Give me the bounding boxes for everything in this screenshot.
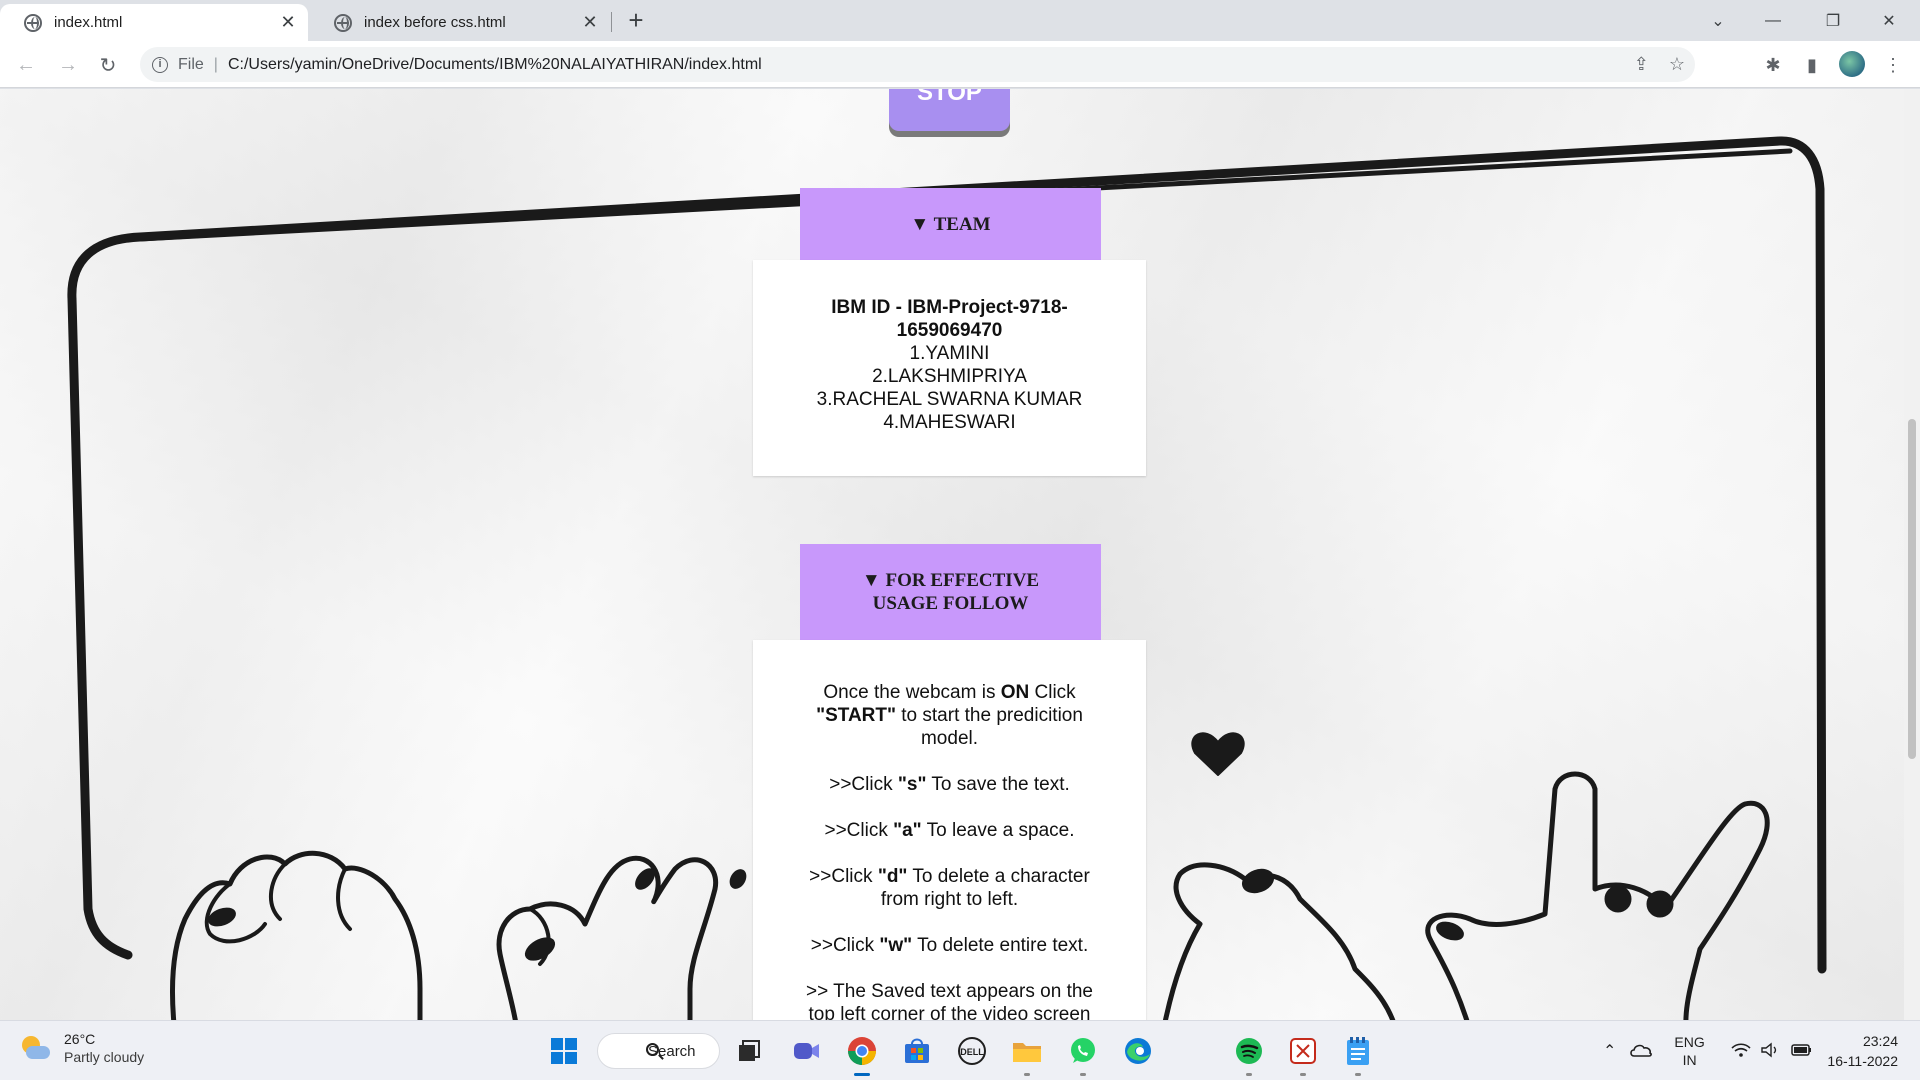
store-icon[interactable]: [900, 1034, 934, 1068]
volume-icon[interactable]: [1761, 1042, 1779, 1061]
team-member: 1.YAMINI: [909, 343, 990, 364]
usage-panel: Once the webcam is ON Click "START" to s…: [753, 640, 1146, 1020]
whatsapp-icon[interactable]: [1066, 1034, 1100, 1068]
usage-rule: >>Click "w" To delete entire text.: [810, 935, 1089, 956]
spotify-running-indicator: [1246, 1073, 1252, 1076]
reload-icon[interactable]: ↻: [92, 49, 124, 81]
usage-rule: >>Click "d" To delete a character from r…: [809, 866, 1090, 910]
tab-strip: index.html ✕ index before css.html ✕ + ⌄…: [0, 0, 1920, 41]
usage-rule: >>Click "a" To leave a space.: [824, 820, 1075, 841]
close-tab-icon[interactable]: ✕: [278, 12, 298, 33]
system-tray: ⌃ ENG IN: [1603, 1021, 1813, 1080]
bookmark-star-icon[interactable]: ☆: [1669, 54, 1685, 75]
weather-temperature: 26°C: [64, 1031, 96, 1047]
url-text[interactable]: C:/Users/yamin/OneDrive/Documents/IBM%20…: [228, 56, 762, 74]
wifi-icon[interactable]: [1731, 1042, 1751, 1061]
tab-title: index before css.html: [364, 14, 506, 31]
search-icon: [646, 1043, 659, 1056]
url-divider: |: [213, 55, 218, 73]
back-icon[interactable]: ←: [10, 49, 42, 81]
page-scrollbar[interactable]: [1904, 89, 1920, 1020]
whatsapp-running-indicator: [1080, 1073, 1086, 1076]
restore-button[interactable]: ❐: [1810, 0, 1856, 41]
globe-icon: [24, 13, 42, 32]
team-member: 3.RACHEAL SWARNA KUMAR: [816, 389, 1083, 410]
extensions-icon[interactable]: ✱: [1759, 51, 1787, 79]
notepad-running-indicator: [1355, 1073, 1361, 1076]
language-indicator[interactable]: ENG IN: [1674, 1033, 1704, 1069]
edge-icon[interactable]: [1121, 1034, 1155, 1068]
team-member: 4.MAHESWARI: [883, 412, 1016, 433]
start-icon[interactable]: [547, 1034, 581, 1068]
clock-date: 16-11-2022: [1827, 1053, 1898, 1069]
notepad-icon[interactable]: [1341, 1034, 1375, 1068]
team-panel: IBM ID - IBM-Project-9718-1659069470 1.Y…: [753, 260, 1146, 476]
stop-button[interactable]: STOP: [889, 89, 1010, 131]
chrome-running-indicator: [854, 1073, 870, 1076]
team-summary-toggle[interactable]: ▼ TEAM: [800, 188, 1101, 260]
new-tab-button[interactable]: +: [622, 6, 650, 34]
side-panel-icon[interactable]: ▮: [1798, 51, 1826, 79]
taskbar-search[interactable]: Search: [597, 1033, 720, 1069]
usage-rule: >>Click "s" To save the text.: [829, 774, 1070, 795]
profile-avatar[interactable]: [1839, 51, 1865, 77]
system-clock[interactable]: 23:24 16-11-2022: [1827, 1031, 1898, 1071]
dell-icon[interactable]: DELL: [955, 1034, 989, 1068]
task-view-icon[interactable]: [732, 1034, 766, 1068]
minimize-button[interactable]: —: [1750, 0, 1796, 41]
onedrive-icon[interactable]: [1630, 1043, 1653, 1060]
tab-search-icon[interactable]: ⌄: [1695, 0, 1741, 41]
usage-summary-toggle[interactable]: ▼ FOR EFFECTIVE USAGE FOLLOW: [800, 544, 1101, 640]
share-icon[interactable]: ⇪: [1634, 54, 1649, 75]
scrollbar-thumb[interactable]: [1908, 419, 1916, 759]
saved-text-note: >> The Saved text appears on the top lef…: [806, 981, 1093, 1020]
svg-text:DELL: DELL: [960, 1047, 984, 1057]
info-icon[interactable]: i: [152, 56, 168, 73]
snipping-icon[interactable]: [1286, 1034, 1320, 1068]
usage-intro: Once the webcam is ON Click "START" to s…: [816, 682, 1083, 749]
file-explorer-icon[interactable]: [1010, 1034, 1044, 1068]
url-scheme: File: [178, 55, 204, 73]
weather-widget[interactable]: 26°C Partly cloudy: [20, 1031, 144, 1065]
partly-cloudy-icon: [20, 1034, 50, 1062]
omnibox-actions: ⇪ ☆: [1634, 47, 1685, 82]
tab-separator: [611, 12, 612, 32]
address-bar[interactable]: i File | C:/Users/yamin/OneDrive/Documen…: [140, 47, 1695, 82]
browser-toolbar: ← → ↻ i File | C:/Users/yamin/OneDrive/D…: [0, 41, 1920, 88]
ibm-id-heading: IBM ID - IBM-Project-9718-1659069470: [831, 297, 1068, 341]
tab-title: index.html: [54, 14, 123, 31]
page-viewport: STOP ▼ TEAM IBM ID - IBM-Project-9718-16…: [0, 89, 1904, 1020]
meet-icon[interactable]: [789, 1034, 823, 1068]
menu-icon[interactable]: ⋮: [1879, 51, 1907, 79]
clock-time: 23:24: [1862, 1033, 1898, 1049]
windows-taskbar: 26°C Partly cloudy Search DELL ⌃ ENG IN …: [0, 1020, 1920, 1080]
close-tab-icon[interactable]: ✕: [580, 12, 600, 33]
weather-condition: Partly cloudy: [64, 1049, 145, 1065]
tab-index-before-css[interactable]: index before css.html ✕: [310, 4, 610, 41]
team-member: 2.LAKSHMIPRIYA: [872, 366, 1027, 387]
chrome-icon[interactable]: [845, 1034, 879, 1068]
battery-icon[interactable]: [1791, 1043, 1813, 1060]
snipping-running-indicator: [1300, 1073, 1306, 1076]
forward-icon[interactable]: →: [52, 49, 84, 81]
explorer-running-indicator: [1024, 1073, 1030, 1076]
stop-button-label: STOP: [917, 89, 982, 106]
spotify-icon[interactable]: [1232, 1034, 1266, 1068]
globe-icon: [334, 13, 352, 32]
close-window-button[interactable]: ✕: [1866, 0, 1912, 41]
tab-index[interactable]: index.html ✕: [0, 4, 308, 41]
chevron-up-icon[interactable]: ⌃: [1603, 1041, 1616, 1061]
